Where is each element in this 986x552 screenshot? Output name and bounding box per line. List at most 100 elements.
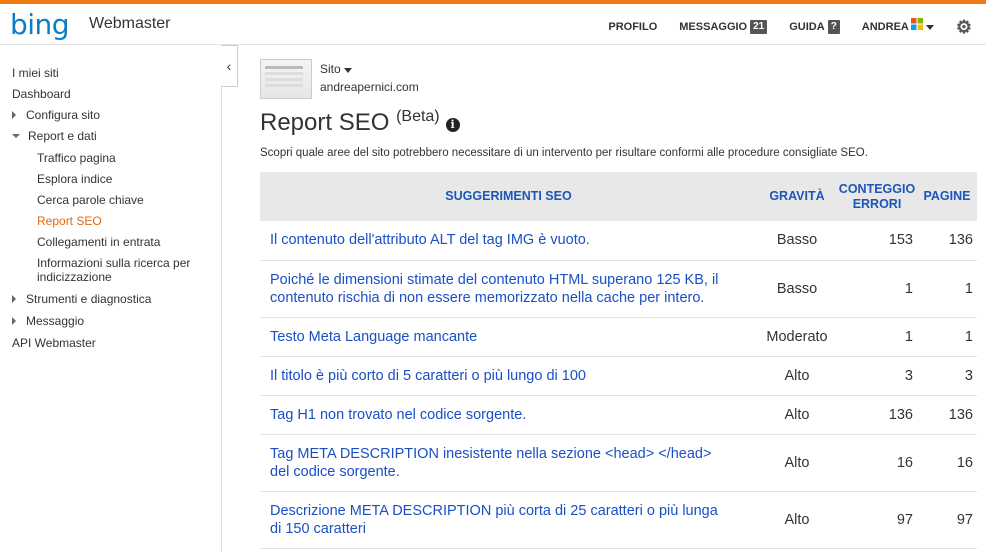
sidebar-collapse-button[interactable]: ‹: [221, 45, 238, 87]
suggestion-link[interactable]: Il contenuto dell'attributo ALT del tag …: [260, 221, 757, 261]
table-row: Testo Meta Language mancante Moderato 1 …: [260, 317, 977, 357]
collapse-arrow-icon: [12, 134, 20, 138]
site-selector-label: Sito: [320, 62, 341, 76]
suggestion-text: Tag META DESCRIPTION inesistente nella s…: [270, 445, 712, 462]
table-row: Tag H1 non trovato nel codice sorgente. …: [260, 395, 977, 435]
sidebar-item-label: Report SEO: [37, 214, 102, 228]
suggestion-link[interactable]: Tag META DESCRIPTION inesistente nella s…: [260, 434, 757, 492]
table-row: Tag META DESCRIPTION inesistente nella s…: [260, 434, 977, 492]
nav-guida-label: GUIDA: [789, 21, 825, 33]
suggestion-link[interactable]: Poiché le dimensioni stimate del contenu…: [260, 260, 757, 318]
table-row: Poiché le dimensioni stimate del contenu…: [260, 260, 977, 318]
severity-cell: Moderato: [757, 317, 837, 357]
suggestion-text: Descrizione META DESCRIPTION più corta d…: [270, 502, 718, 519]
suggestion-link[interactable]: Descrizione META DESCRIPTION più corta d…: [260, 491, 757, 549]
sidebar-item-collegamenti[interactable]: Collegamenti in entrata: [37, 235, 160, 249]
error-count-cell: 97: [837, 491, 917, 549]
sidebar-item-report-seo[interactable]: Report SEO: [37, 214, 102, 228]
sidebar-item-informazioni[interactable]: Informazioni sulla ricerca per indicizzaz…: [37, 256, 190, 284]
severity-cell: Alto: [757, 491, 837, 549]
suggestion-text: del codice sorgente.: [270, 463, 400, 480]
nav-messaggio-label: MESSAGGIO: [679, 21, 748, 33]
sidebar-item-label: API Webmaster: [12, 336, 96, 350]
user-menu[interactable]: ANDREA: [861, 18, 934, 33]
page-title: Report SEO (Beta) i: [260, 108, 460, 137]
sidebar-item-label: Report e dati: [28, 129, 97, 143]
chevron-down-icon: [343, 68, 352, 73]
pages-cell: 3: [917, 356, 977, 396]
sidebar-item-label: Cerca parole chiave: [37, 193, 144, 207]
message-count-badge: 21: [750, 20, 768, 34]
sidebar-item-cerca-parole[interactable]: Cerca parole chiave: [37, 193, 144, 207]
suggestion-link[interactable]: Il titolo è più corto di 5 caratteri o p…: [260, 356, 757, 396]
windows-flag-icon: [910, 18, 923, 30]
pages-cell: 136: [917, 221, 977, 261]
suggestion-text: Poiché le dimensioni stimate del contenu…: [270, 271, 719, 288]
site-selector[interactable]: Sito: [320, 62, 352, 76]
col-header-pagine[interactable]: PAGINE: [917, 172, 977, 221]
product-name: Webmaster: [89, 15, 171, 32]
error-count-cell: 3: [837, 356, 917, 396]
sidebar-item-messaggio[interactable]: Messaggio: [12, 314, 84, 328]
header: bing Webmaster PROFILO MESSAGGIO 21 GUID…: [0, 4, 986, 45]
chevron-left-icon: ‹: [226, 58, 232, 74]
col-header-conteggio[interactable]: CONTEGGIO ERRORI: [837, 172, 917, 221]
site-url: andreapernici.com: [320, 80, 419, 94]
nav-profilo-label: PROFILO: [608, 21, 658, 33]
top-nav: PROFILO MESSAGGIO 21 GUIDA ? ANDREA ⚙: [586, 18, 972, 36]
sidebar-item-esplora-indice[interactable]: Esplora indice: [37, 172, 112, 186]
sidebar: I miei siti Dashboard Configura sito Rep…: [0, 45, 222, 552]
sidebar-item-label: Traffico pagina: [37, 151, 116, 165]
seo-table: SUGGERIMENTI SEO GRAVITÀ CONTEGGIO ERRORI…: [260, 172, 977, 549]
severity-cell: Alto: [757, 356, 837, 396]
sidebar-item-label: Esplora indice: [37, 172, 113, 186]
sidebar-item-label: Collegamenti in entrata: [37, 235, 161, 249]
severity-cell: Basso: [757, 221, 837, 261]
sidebar-item-strumenti[interactable]: Strumenti e diagnostica: [12, 292, 151, 306]
user-name: ANDREA: [861, 21, 909, 33]
suggestion-text: di 150 caratteri: [270, 520, 366, 537]
error-count-cell: 136: [837, 395, 917, 435]
error-count-cell: 153: [837, 221, 917, 261]
col-header-suggerimenti[interactable]: SUGGERIMENTI SEO: [260, 172, 757, 221]
sidebar-item-report-dati[interactable]: Report e dati: [12, 129, 97, 143]
pages-cell: 136: [917, 395, 977, 435]
nav-guida[interactable]: GUIDA ?: [789, 20, 840, 34]
page-title-text: Report SEO: [260, 109, 390, 136]
expand-arrow-icon: [12, 295, 16, 303]
suggestion-text: Il contenuto dell'attributo ALT del tag …: [270, 232, 590, 249]
bing-logo[interactable]: bing: [10, 8, 70, 41]
suggestion-link[interactable]: Testo Meta Language mancante: [260, 317, 757, 357]
sidebar-item-label: indicizzazione: [37, 270, 112, 284]
col-header-conteggio-line1: CONTEGGIO: [838, 181, 916, 196]
gear-icon[interactable]: ⚙: [956, 18, 972, 36]
sidebar-item-traffico-pagina[interactable]: Traffico pagina: [37, 151, 116, 165]
suggestion-link[interactable]: Tag H1 non trovato nel codice sorgente.: [260, 395, 757, 435]
severity-cell: Basso: [757, 260, 837, 318]
pages-cell: 16: [917, 434, 977, 492]
expand-arrow-icon: [12, 317, 16, 325]
nav-messaggio[interactable]: MESSAGGIO 21: [679, 20, 768, 34]
table-header-row: SUGGERIMENTI SEO GRAVITÀ CONTEGGIO ERRORI…: [260, 172, 977, 221]
pages-cell: 97: [917, 491, 977, 549]
table-row: Descrizione META DESCRIPTION più corta d…: [260, 491, 977, 549]
help-icon: ?: [827, 20, 840, 34]
sidebar-item-api[interactable]: API Webmaster: [12, 336, 96, 350]
sidebar-item-miei-siti[interactable]: I miei siti: [12, 66, 59, 80]
severity-cell: Alto: [757, 434, 837, 492]
sidebar-item-dashboard[interactable]: Dashboard: [12, 87, 71, 101]
error-count-cell: 16: [837, 434, 917, 492]
beta-badge: (Beta): [396, 108, 440, 125]
table-row: Il titolo è più corto di 5 caratteri o p…: [260, 356, 977, 396]
severity-cell: Alto: [757, 395, 837, 435]
site-thumbnail: [260, 59, 312, 99]
col-header-gravita[interactable]: GRAVITÀ: [757, 172, 837, 221]
sidebar-item-label: Messaggio: [26, 314, 85, 328]
pages-cell: 1: [917, 260, 977, 318]
nav-profilo[interactable]: PROFILO: [608, 21, 657, 33]
sidebar-item-label: Configura sito: [26, 108, 101, 122]
info-icon[interactable]: i: [445, 118, 460, 132]
sidebar-item-configura-sito[interactable]: Configura sito: [12, 108, 100, 122]
error-count-cell: 1: [837, 317, 917, 357]
col-header-conteggio-line2: ERRORI: [852, 196, 902, 211]
